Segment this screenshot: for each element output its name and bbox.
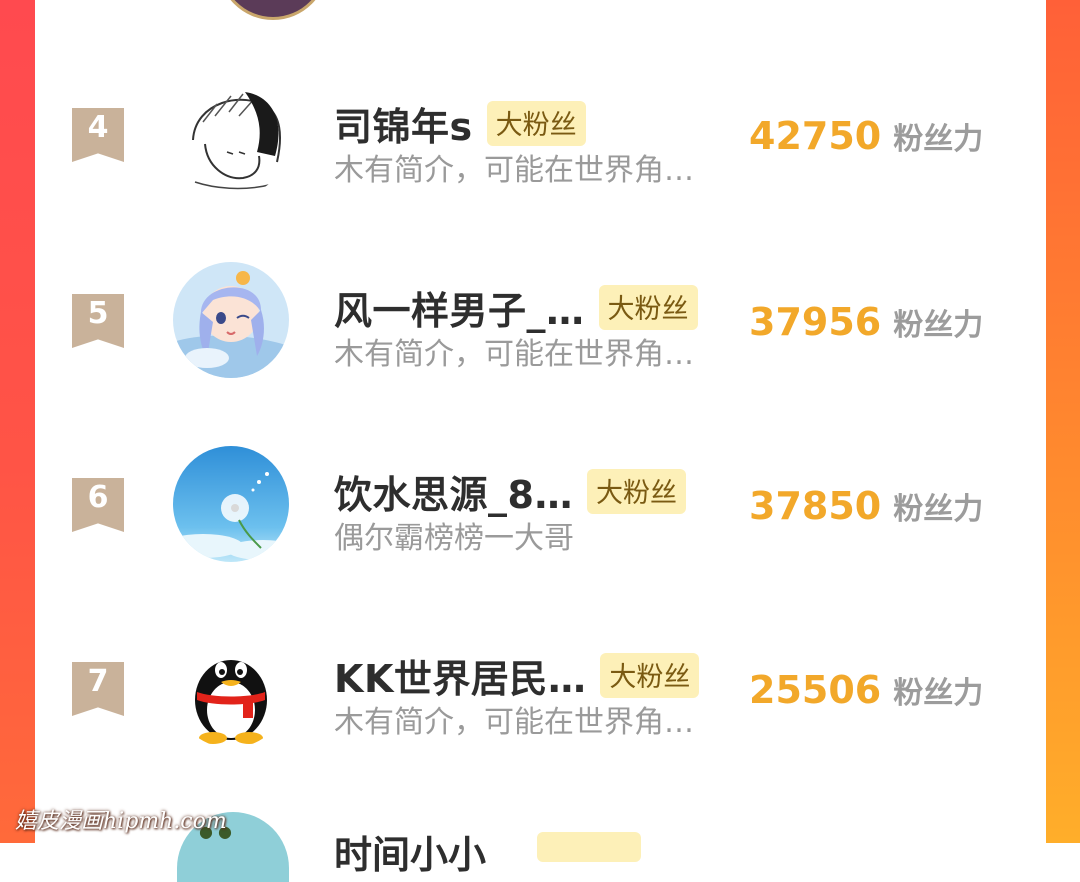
fan-power-label: 粉丝力: [893, 492, 984, 527]
ranking-row[interactable]: 5 风一样男子_… 大粉丝 木有简介，可能在世界角… 37956 粉丝力: [35, 262, 1046, 392]
rank-badge: 7: [72, 662, 124, 716]
fan-power-score: 37956: [749, 300, 882, 344]
rank-badge: 6: [72, 478, 124, 532]
user-name[interactable]: 司锦年s: [334, 96, 473, 151]
fan-power-label: 粉丝力: [893, 308, 984, 343]
fan-power-label: 粉丝力: [893, 122, 984, 157]
avatar-partial-top: [218, 0, 328, 20]
user-description: 木有简介，可能在世界角…: [334, 705, 694, 740]
dandelion-avatar-icon: [173, 446, 289, 562]
fan-level-badge: 大粉丝: [486, 101, 586, 146]
user-name-partial[interactable]: 时间小小: [334, 824, 486, 879]
user-avatar[interactable]: [173, 262, 289, 378]
ranking-row[interactable]: 4 司锦年s 大粉丝 木有简介，可能在世界角… 42750 粉丝力: [35, 78, 1046, 208]
user-avatar[interactable]: [173, 446, 289, 562]
left-gradient-border: [0, 0, 35, 843]
user-name[interactable]: 风一样男子_…: [334, 280, 585, 335]
ranking-row[interactable]: 7 KK世界居民… 大粉丝 木有简介，可能在世界角… 25506 粉丝力: [35, 630, 1046, 760]
user-avatar[interactable]: [173, 82, 289, 198]
cartoon-girl-avatar-icon: [173, 262, 289, 378]
qq-penguin-avatar-icon: [173, 632, 289, 748]
site-watermark: 嬉皮漫画hipmh.com: [15, 809, 227, 834]
fan-level-badge: 大粉丝: [586, 469, 686, 514]
fan-power-score: 25506: [749, 668, 882, 712]
rank-badge: 5: [72, 294, 124, 348]
fan-ranking-list: 4 司锦年s 大粉丝 木有简介，可能在世界角… 42750 粉丝力 5 风一样男…: [35, 0, 1046, 882]
fan-level-badge-partial: [537, 832, 641, 862]
ranking-row[interactable]: 6 饮水思源_8… 大粉丝 偶尔霸榜榜一大哥 37850 粉丝力: [35, 446, 1046, 576]
user-description: 木有简介，可能在世界角…: [334, 153, 694, 188]
sketch-boy-avatar-icon: [173, 82, 289, 198]
rank-badge: 4: [72, 108, 124, 162]
user-name[interactable]: 饮水思源_8…: [334, 464, 573, 519]
right-gradient-border: [1046, 0, 1080, 843]
fan-power-score: 37850: [749, 484, 882, 528]
fan-level-badge: 大粉丝: [598, 285, 698, 330]
user-description: 木有简介，可能在世界角…: [334, 337, 694, 372]
user-avatar[interactable]: [173, 632, 289, 748]
fan-level-badge: 大粉丝: [600, 653, 700, 698]
fan-power-label: 粉丝力: [893, 676, 984, 711]
user-name[interactable]: KK世界居民…: [334, 648, 586, 703]
fan-power-score: 42750: [749, 114, 882, 158]
user-description: 偶尔霸榜榜一大哥: [334, 521, 574, 556]
